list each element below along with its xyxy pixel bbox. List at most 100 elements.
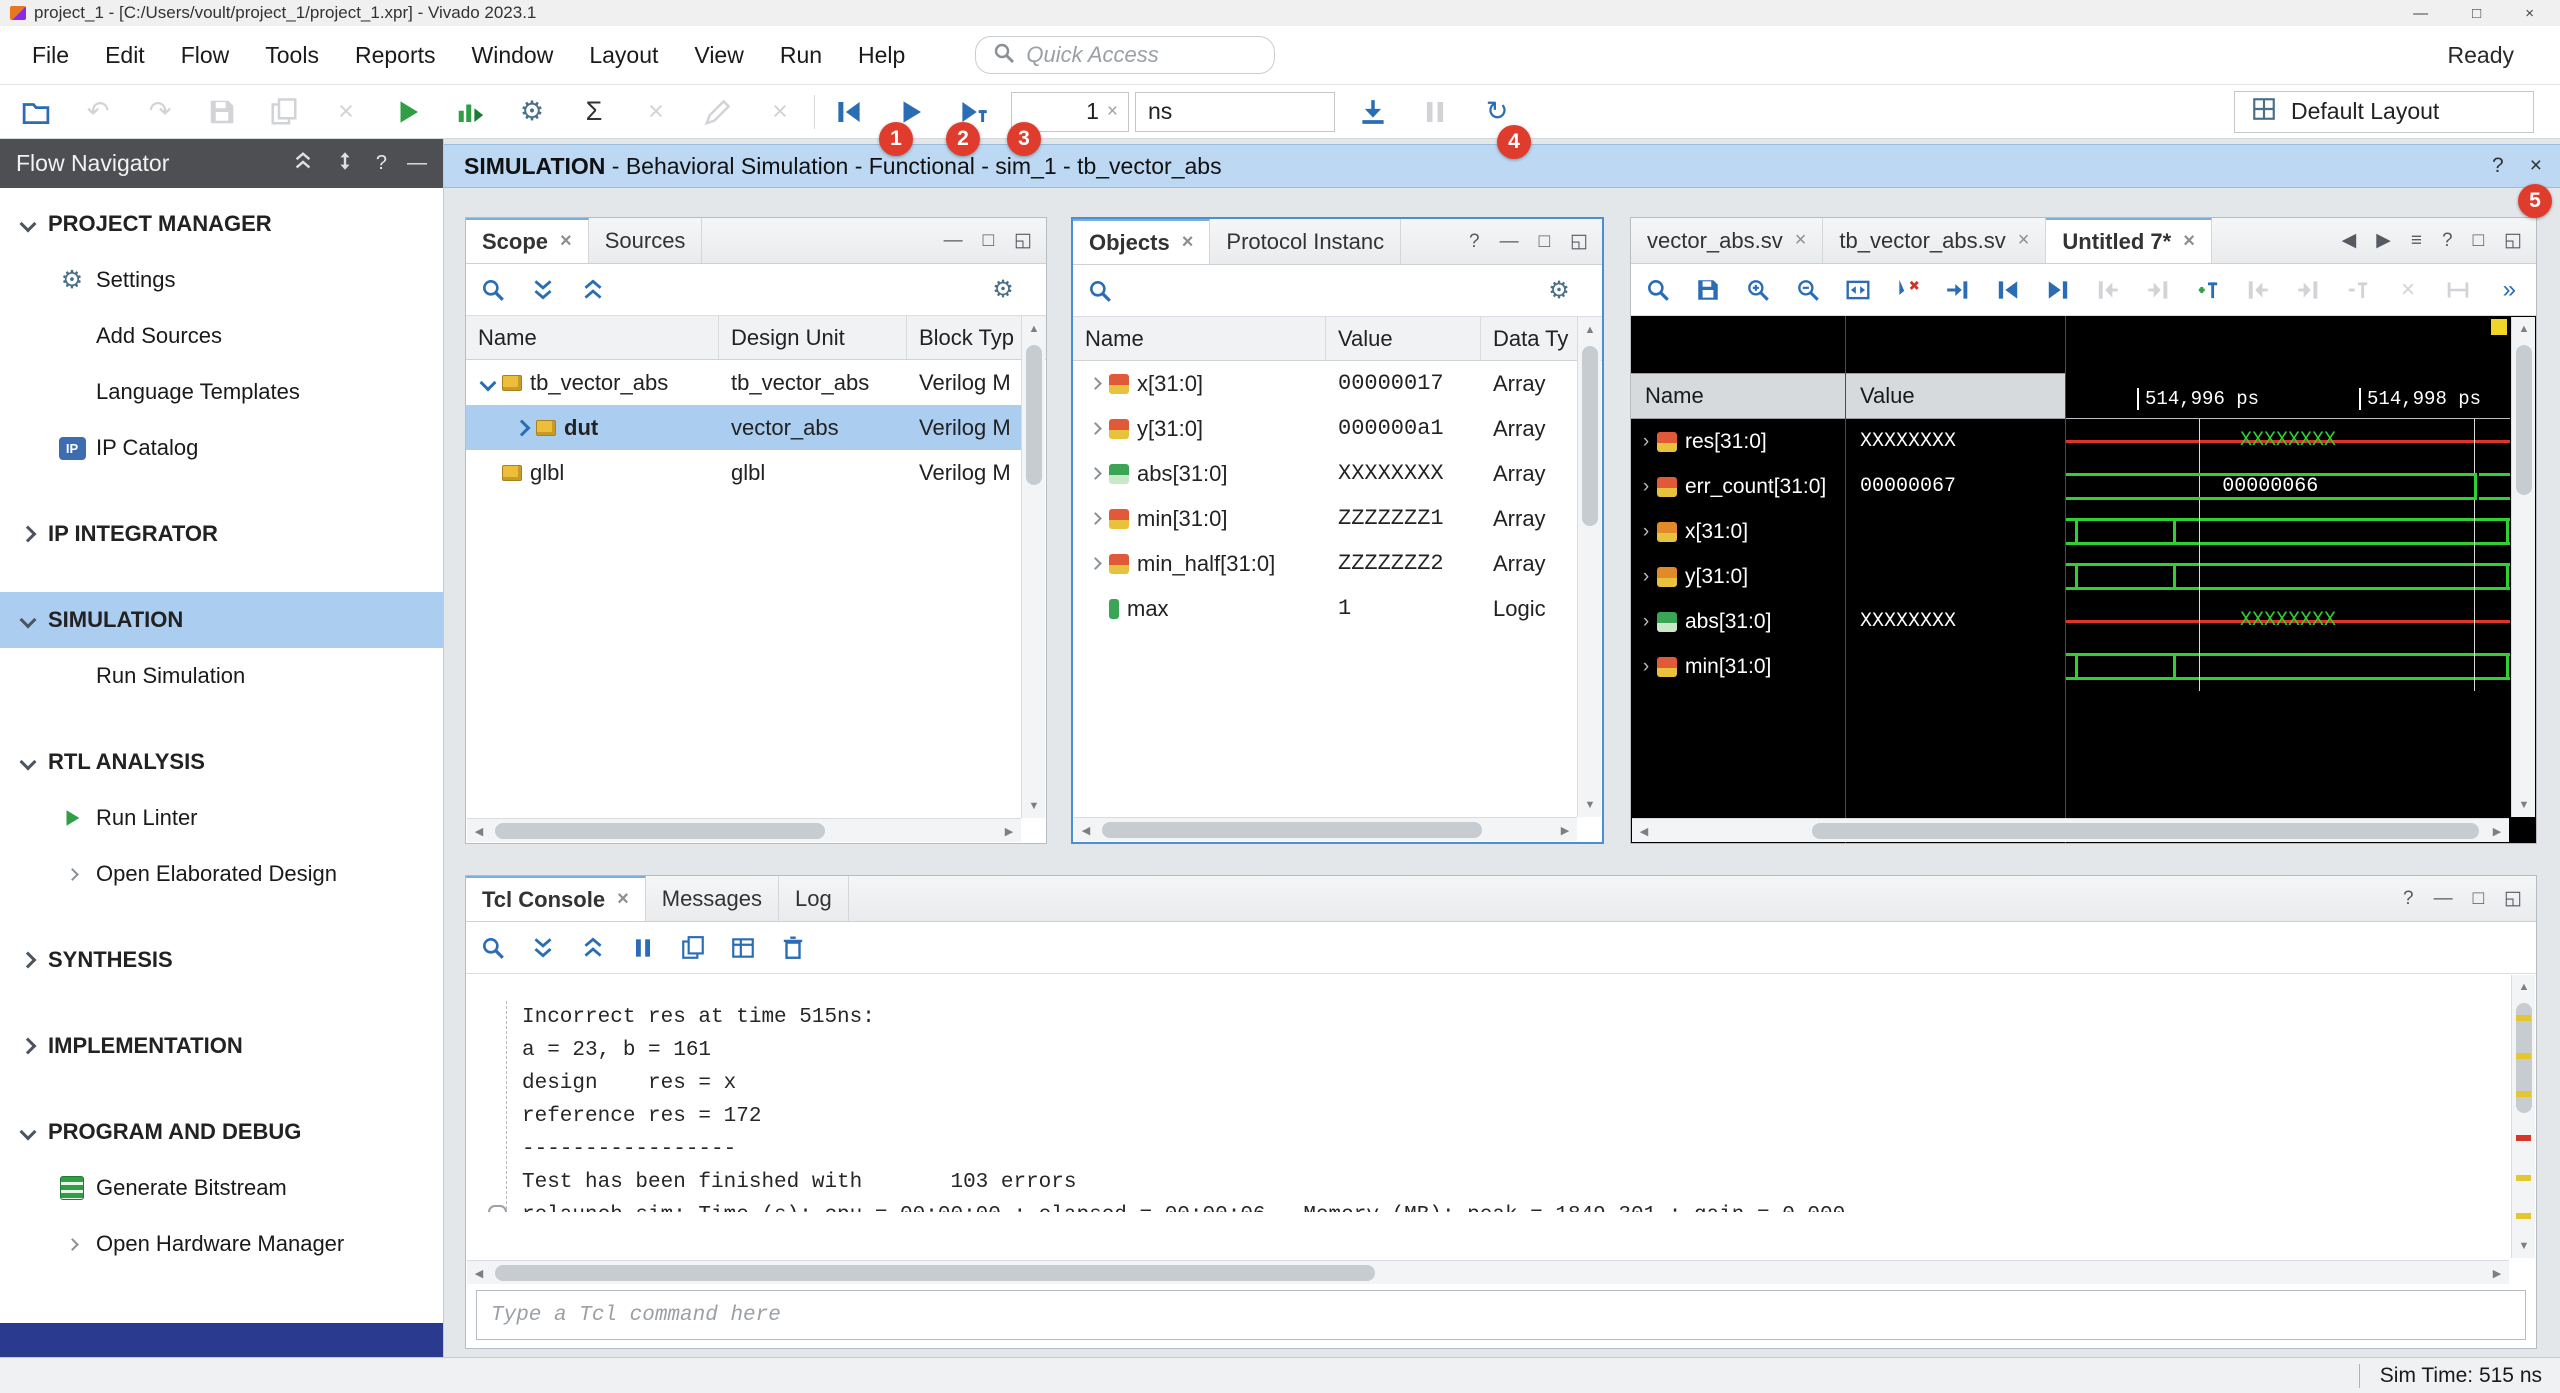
scroll-up-icon[interactable]: ▲ bbox=[2512, 975, 2536, 999]
vertical-scrollbar[interactable]: ▲ ▼ bbox=[2511, 975, 2535, 1258]
wave-signal-res-31-0[interactable]: ›res[31:0] bbox=[1631, 419, 1845, 464]
flow-item-run-linter[interactable]: Run Linter bbox=[0, 790, 443, 846]
horizontal-scrollbar[interactable]: ◀ ▶ bbox=[1074, 817, 1577, 841]
fit-width-button[interactable] bbox=[2441, 273, 2475, 307]
help-icon[interactable]: ? bbox=[376, 152, 387, 175]
maximize-icon[interactable]: □ bbox=[2473, 888, 2484, 910]
scroll-down-icon[interactable]: ▼ bbox=[2512, 1234, 2536, 1258]
wave-signal-abs-31-0[interactable]: ›abs[31:0] bbox=[1631, 599, 1845, 644]
scroll-right-icon[interactable]: ▶ bbox=[1553, 818, 1577, 842]
tcl-tab-messages[interactable]: Messages bbox=[646, 876, 779, 921]
column-header-value[interactable]: Value bbox=[1326, 317, 1481, 360]
marker-next-button[interactable] bbox=[2291, 273, 2325, 307]
prev-tab-icon[interactable]: ◀ bbox=[2342, 229, 2357, 252]
object-row-y-31-0[interactable]: y[31:0]000000a1Array bbox=[1073, 406, 1578, 451]
menu-window[interactable]: Window bbox=[454, 42, 572, 69]
object-row-abs-31-0[interactable]: abs[31:0]XXXXXXXXArray bbox=[1073, 451, 1578, 496]
search-button[interactable] bbox=[476, 273, 510, 307]
objects-tab-objects[interactable]: Objects× bbox=[1073, 219, 1210, 264]
vertical-scrollbar[interactable]: ▲ ▼ bbox=[1577, 318, 1601, 817]
go-to-time-button[interactable] bbox=[1941, 273, 1975, 307]
menu-reports[interactable]: Reports bbox=[337, 42, 454, 69]
scope-tab-sources[interactable]: Sources bbox=[589, 218, 703, 263]
menu-tools[interactable]: Tools bbox=[247, 42, 337, 69]
menu-edit[interactable]: Edit bbox=[87, 42, 163, 69]
wave-trace-min-31-0[interactable] bbox=[2066, 644, 2510, 689]
flow-item-generate-bitstream[interactable]: Generate Bitstream bbox=[0, 1160, 443, 1216]
chevron-right-icon[interactable] bbox=[1089, 422, 1102, 435]
copy-button[interactable] bbox=[264, 92, 304, 132]
scroll-up-icon[interactable]: ▲ bbox=[1022, 317, 1046, 341]
close-icon[interactable]: × bbox=[560, 230, 572, 253]
help-icon[interactable]: ? bbox=[2492, 154, 2504, 178]
help-icon[interactable]: ? bbox=[1469, 231, 1480, 253]
next-transition-button[interactable] bbox=[2041, 273, 2075, 307]
expand-all-button[interactable] bbox=[526, 273, 560, 307]
chevron-right-icon[interactable]: › bbox=[1635, 656, 1657, 678]
gear-icon[interactable]: ⚙ bbox=[986, 273, 1020, 307]
vertical-scrollbar[interactable]: ▲ ▼ bbox=[1021, 317, 1045, 818]
scroll-up-icon[interactable]: ▲ bbox=[2512, 317, 2536, 341]
scroll-left-icon[interactable]: ◀ bbox=[1632, 819, 1656, 843]
wave-value-header[interactable]: Value bbox=[1846, 373, 2065, 419]
expand-collapse-icon[interactable] bbox=[334, 150, 356, 178]
search-button[interactable] bbox=[1083, 274, 1117, 308]
chevron-right-icon[interactable]: › bbox=[1635, 431, 1657, 453]
quick-access-input[interactable] bbox=[1026, 42, 1258, 68]
horizontal-scrollbar[interactable]: ◀ ▶ bbox=[467, 1260, 2509, 1284]
column-header-name[interactable]: Name bbox=[466, 316, 719, 359]
flow-item-settings[interactable]: ⚙Settings bbox=[0, 252, 443, 308]
menu-run[interactable]: Run bbox=[762, 42, 840, 69]
help-icon[interactable]: ? bbox=[2442, 230, 2453, 252]
chevron-right-icon[interactable]: › bbox=[1635, 521, 1657, 543]
edit-button[interactable] bbox=[698, 92, 738, 132]
more-icon[interactable]: » bbox=[2503, 276, 2526, 304]
collapse-all-icon[interactable] bbox=[292, 150, 314, 178]
wave-trace-res-31-0[interactable]: XXXXXXXX bbox=[2066, 419, 2510, 464]
horizontal-scrollbar[interactable]: ◀ ▶ bbox=[467, 818, 1021, 842]
wave-signal-x-31-0[interactable]: ›x[31:0] bbox=[1631, 509, 1845, 554]
flow-section-synthesis[interactable]: SYNTHESIS bbox=[0, 932, 443, 988]
launch-runs-button[interactable] bbox=[450, 92, 490, 132]
flow-item-run-simulation[interactable]: Run Simulation bbox=[0, 648, 443, 704]
flow-item-open-elaborated-design[interactable]: Open Elaborated Design bbox=[0, 846, 443, 902]
swap-previous-button[interactable] bbox=[2091, 273, 2125, 307]
minimize-icon[interactable]: — bbox=[407, 152, 427, 175]
run-button[interactable] bbox=[388, 92, 428, 132]
help-icon[interactable]: ? bbox=[2403, 888, 2414, 910]
window-minimize-button[interactable]: — bbox=[2413, 5, 2428, 22]
scroll-left-icon[interactable]: ◀ bbox=[467, 819, 491, 843]
discard-button[interactable]: × bbox=[760, 92, 800, 132]
column-header-block-typ[interactable]: Block Typ bbox=[907, 316, 1022, 359]
scroll-left-icon[interactable]: ◀ bbox=[1074, 818, 1098, 842]
flow-item-ip-catalog[interactable]: IPIP Catalog bbox=[0, 420, 443, 476]
quick-access-search[interactable] bbox=[975, 36, 1275, 74]
delete-button[interactable]: × bbox=[2391, 273, 2425, 307]
close-simulation-button[interactable]: × bbox=[2530, 154, 2542, 178]
maximize-icon[interactable]: □ bbox=[983, 230, 994, 252]
close-icon[interactable]: × bbox=[2183, 230, 2195, 253]
flow-section-simulation[interactable]: SIMULATION bbox=[0, 592, 443, 648]
zoom-out-button[interactable] bbox=[1791, 273, 1825, 307]
menu-layout[interactable]: Layout bbox=[571, 42, 676, 69]
menu-flow[interactable]: Flow bbox=[163, 42, 248, 69]
vertical-scrollbar[interactable]: ▲ ▼ bbox=[2511, 317, 2535, 817]
open-project-button[interactable] bbox=[16, 92, 56, 132]
menu-icon[interactable]: ≡ bbox=[2411, 230, 2422, 252]
scroll-up-icon[interactable]: ▲ bbox=[1578, 318, 1602, 342]
report-button[interactable]: Σ bbox=[574, 92, 614, 132]
tcl-tab-log[interactable]: Log bbox=[779, 876, 849, 921]
scroll-down-icon[interactable]: ▼ bbox=[2512, 793, 2536, 817]
flow-section-implementation[interactable]: IMPLEMENTATION bbox=[0, 1018, 443, 1074]
cursor-marker[interactable] bbox=[2491, 319, 2507, 335]
objects-tab-protocol-instanc[interactable]: Protocol Instanc bbox=[1210, 219, 1401, 264]
chevron-right-icon[interactable] bbox=[1089, 467, 1102, 480]
scope-tab-scope[interactable]: Scope× bbox=[466, 218, 589, 263]
float-icon[interactable]: ◱ bbox=[1014, 229, 1032, 252]
chevron-right-icon[interactable]: › bbox=[1635, 566, 1657, 588]
tcl-command-input-box[interactable] bbox=[476, 1290, 2526, 1340]
wave-signal-min-31-0[interactable]: ›min[31:0] bbox=[1631, 644, 1845, 689]
minimize-icon[interactable]: — bbox=[1500, 231, 1519, 253]
wave-plot[interactable]: 514,996 ps514,998 ps XXXXXXXX00000066XXX… bbox=[2066, 316, 2510, 843]
flow-item-language-templates[interactable]: Language Templates bbox=[0, 364, 443, 420]
